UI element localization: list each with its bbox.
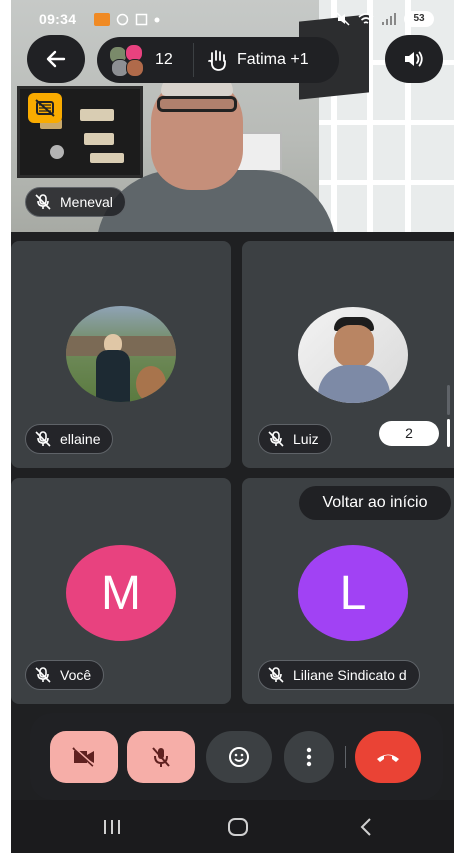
arrow-back-icon	[46, 50, 66, 68]
participants-pill: 12 Fatima +1	[97, 37, 339, 83]
back-button[interactable]	[27, 35, 85, 83]
participant-name: Luiz	[293, 431, 319, 447]
scroll-track	[447, 385, 450, 415]
avatar	[126, 59, 144, 77]
system-navigation-bar	[11, 800, 454, 853]
volume-up-icon	[405, 51, 423, 67]
recent-apps-button[interactable]	[97, 814, 127, 840]
participant-tile[interactable]: M Você	[11, 478, 231, 704]
recents-icon	[104, 820, 120, 834]
camera-off-badge	[28, 93, 62, 123]
page-indicator: 2	[379, 421, 439, 446]
featured-video[interactable]: Meneval	[11, 0, 454, 232]
raise-hand-icon	[208, 50, 226, 71]
mic-off-icon	[152, 747, 170, 767]
avatar	[298, 307, 408, 403]
participant-name-chip: Liliane Sindicato d	[258, 660, 420, 690]
raised-hands-label: Fatima +1	[237, 51, 309, 68]
divider	[345, 746, 346, 768]
status-time: 09:34	[39, 11, 77, 27]
call-controls	[30, 713, 443, 800]
end-call-button[interactable]	[355, 731, 421, 783]
chevron-left-icon	[360, 818, 371, 836]
participant-glasses	[157, 96, 237, 112]
mic-off-icon	[35, 194, 51, 210]
divider	[193, 43, 194, 77]
mic-off-icon	[268, 667, 284, 683]
avatar	[66, 306, 176, 402]
mic-off-icon	[35, 431, 51, 447]
participant-count: 12	[155, 51, 173, 68]
system-icons: 53	[336, 11, 434, 27]
signal-icon	[382, 13, 396, 25]
dot-icon	[154, 17, 160, 22]
status-bar: 09:34 53	[11, 8, 454, 30]
participant-name-chip: Luiz	[258, 424, 332, 454]
emoji-reaction-button[interactable]	[206, 731, 272, 783]
mic-off-icon	[35, 667, 51, 683]
speaker-button[interactable]	[385, 35, 443, 83]
raised-hands-button[interactable]: Fatima +1	[197, 37, 339, 83]
participant-name: Liliane Sindicato d	[293, 667, 407, 683]
call-end-icon	[377, 754, 399, 762]
mic-off-icon	[268, 431, 284, 447]
home-button[interactable]	[223, 814, 253, 840]
participant-name: Você	[60, 667, 92, 683]
back-to-start-button[interactable]: Voltar ao início	[299, 486, 451, 520]
back-nav-button[interactable]	[351, 814, 381, 840]
participant-name: Meneval	[60, 194, 113, 210]
participant-tile[interactable]: ellaine	[11, 241, 231, 468]
more-options-button[interactable]	[284, 731, 334, 783]
participant-name-chip: ellaine	[25, 424, 114, 454]
more-vert-icon	[306, 747, 312, 767]
mute-icon	[336, 12, 350, 26]
participants-button[interactable]: 12	[97, 37, 193, 83]
notification-icons	[94, 13, 160, 26]
home-icon	[228, 818, 248, 836]
camera-toggle-button[interactable]	[50, 731, 118, 783]
avatar: L	[298, 545, 408, 641]
screenshot-icon	[135, 13, 148, 26]
battery-icon: 53	[404, 11, 434, 27]
wifi-icon	[358, 13, 374, 24]
participant-avatars	[109, 44, 145, 77]
meet-call-screen: Meneval 09:34 53 12 Fatima +1 ellaine Lu…	[11, 0, 454, 853]
camera-off-icon	[35, 99, 55, 117]
avatar: M	[66, 545, 176, 641]
emoji-icon	[229, 747, 249, 767]
participant-name-chip: Meneval	[25, 187, 126, 217]
app-notification-icon	[94, 13, 110, 26]
participant-name-chip: Você	[25, 660, 105, 690]
participant-name: ellaine	[60, 431, 101, 447]
microphone-toggle-button[interactable]	[127, 731, 195, 783]
videocam-off-icon	[72, 747, 96, 767]
whatsapp-icon	[116, 13, 129, 26]
scrollbar[interactable]	[447, 419, 450, 447]
